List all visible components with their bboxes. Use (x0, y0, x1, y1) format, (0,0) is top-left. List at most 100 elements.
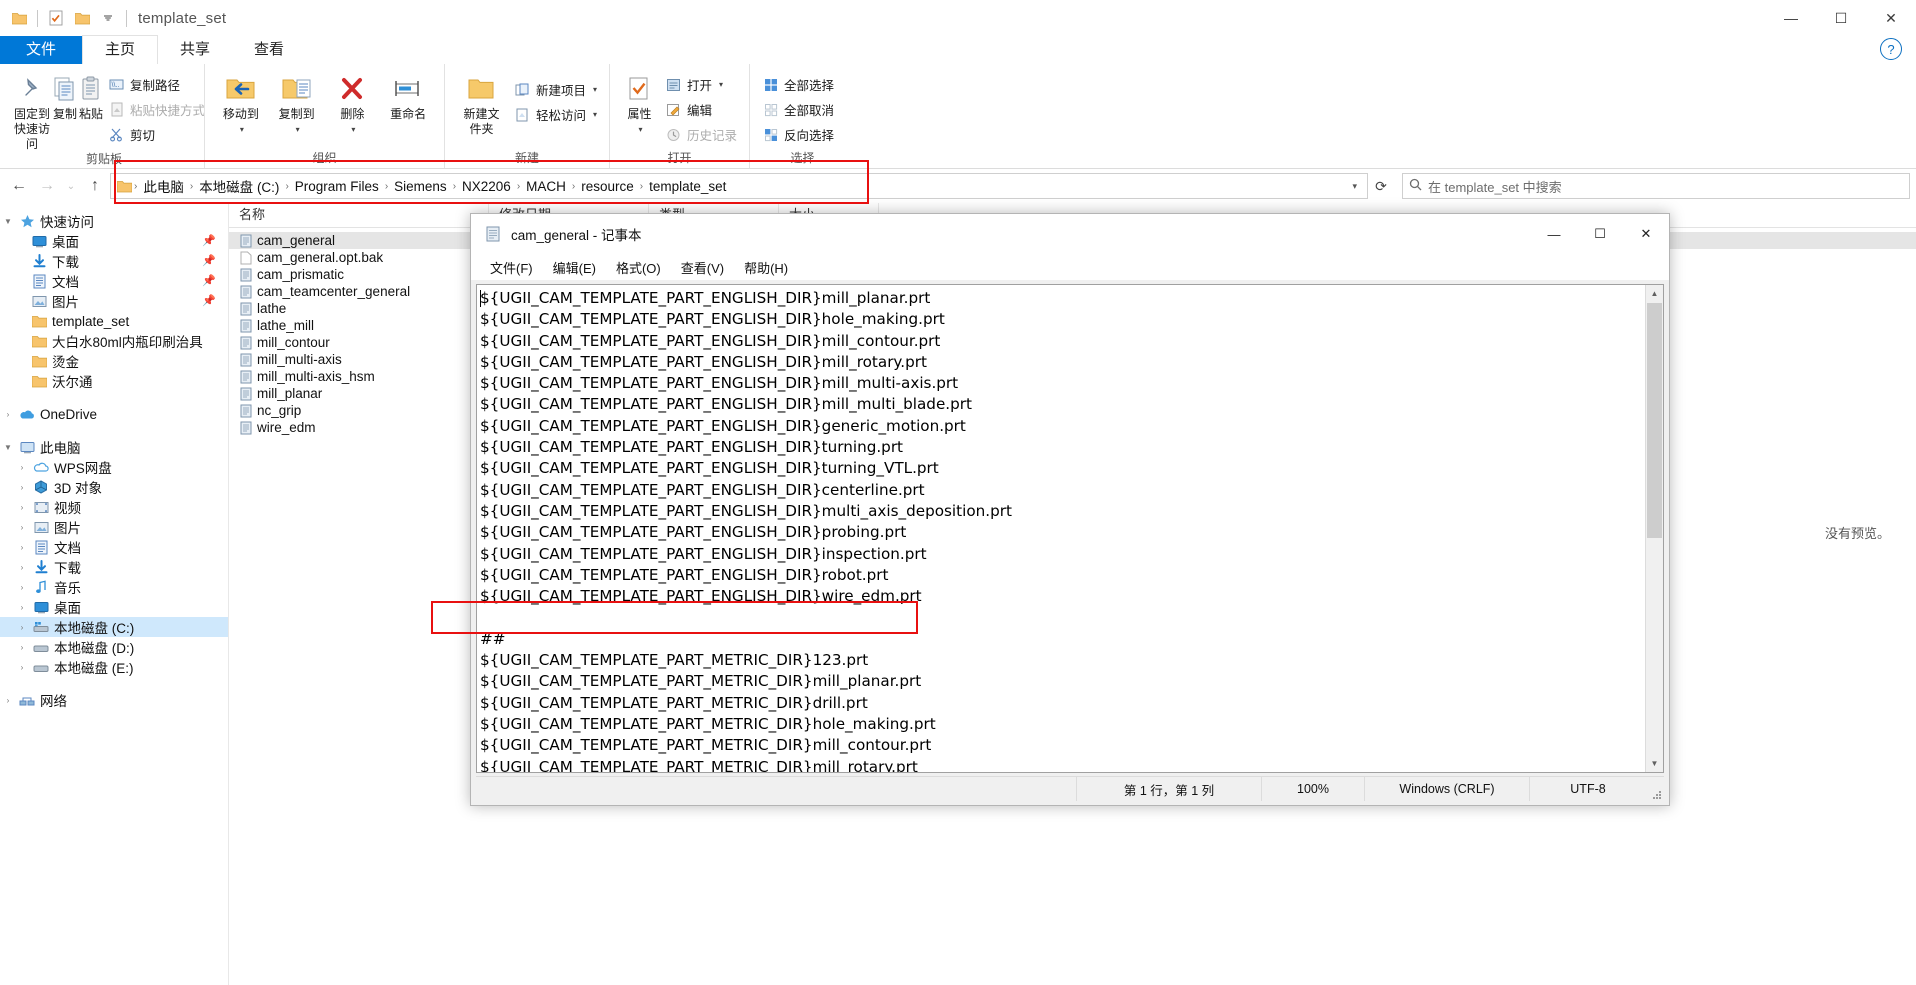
scrollbar-thumb[interactable] (1647, 303, 1662, 538)
minimize-button[interactable]: — (1766, 0, 1816, 36)
nav-item-music[interactable]: › 音乐 (0, 577, 228, 597)
paste-button[interactable]: 粘贴 (78, 69, 104, 122)
pin-icon[interactable]: 📌 (202, 234, 216, 247)
notepad-vertical-scrollbar[interactable]: ▲ ▼ (1645, 285, 1663, 772)
pin-icon[interactable]: 📌 (202, 274, 216, 287)
nav-item-pictures[interactable]: 图片 📌 (0, 291, 228, 311)
copy-to-caret-icon[interactable]: ▾ (296, 122, 300, 137)
menu-file[interactable]: 文件(F) (481, 255, 542, 280)
paste-shortcut-button[interactable]: 粘贴快捷方式 (104, 97, 209, 122)
status-line-ending[interactable]: Windows (CRLF) (1364, 777, 1529, 801)
nav-item-documents[interactable]: 文档 📌 (0, 271, 228, 291)
chevron-down-icon[interactable]: ▼ (0, 217, 16, 226)
nav-item-pictures-pc[interactable]: › 图片 (0, 517, 228, 537)
history-button[interactable]: 历史记录 (661, 122, 741, 147)
open-caret-icon[interactable]: ▾ (719, 80, 723, 89)
breadcrumb-item-3[interactable]: Siemens (389, 179, 452, 194)
breadcrumb-item-2[interactable]: Program Files (290, 179, 384, 194)
tab-home[interactable]: 主页 (82, 35, 159, 64)
scroll-down-icon[interactable]: ▼ (1646, 755, 1663, 772)
move-to-button[interactable]: 移动到 ▾ (213, 69, 269, 137)
invert-selection-button[interactable]: 反向选择 (758, 122, 838, 147)
nav-item-desktop-pc[interactable]: › 桌面 (0, 597, 228, 617)
breadcrumb-item-0[interactable]: 此电脑 (138, 176, 189, 196)
breadcrumb-item-7[interactable]: template_set (644, 179, 731, 194)
breadcrumb-dropdown-icon[interactable]: ▾ (1346, 181, 1363, 192)
copy-path-button[interactable]: \\.. 复制路径 (104, 72, 209, 97)
column-header-name[interactable]: 名称 (229, 203, 489, 227)
forward-button[interactable]: → (34, 173, 60, 199)
chevron-right-icon[interactable]: › (14, 583, 30, 592)
chevron-right-icon[interactable]: › (14, 543, 30, 552)
help-icon[interactable]: ? (1880, 38, 1902, 60)
tab-file[interactable]: 文件 (0, 36, 83, 64)
nav-item-folder-3[interactable]: 沃尔通 (0, 371, 228, 391)
tab-share[interactable]: 共享 (158, 36, 232, 64)
chevron-right-icon[interactable]: › (14, 603, 30, 612)
new-item-button[interactable]: 新建项目 ▾ (510, 77, 601, 102)
nav-item-folder-1[interactable]: 大白水80ml内瓶印刷治具 (0, 331, 228, 351)
menu-view[interactable]: 查看(V) (672, 255, 733, 280)
breadcrumb-item-1[interactable]: 本地磁盘 (C:) (194, 176, 284, 196)
tab-view[interactable]: 查看 (232, 36, 306, 64)
nav-item-local-disk-d[interactable]: › 本地磁盘 (D:) (0, 637, 228, 657)
notepad-maximize-button[interactable]: ☐ (1577, 214, 1623, 254)
chevron-right-icon[interactable]: › (14, 563, 30, 572)
select-none-button[interactable]: 全部取消 (758, 97, 838, 122)
menu-help[interactable]: 帮助(H) (735, 255, 797, 280)
qat-dropdown-caret[interactable] (95, 5, 121, 31)
nav-root-onedrive[interactable]: › OneDrive (0, 404, 228, 424)
nav-item-template-set[interactable]: template_set (0, 311, 228, 331)
copy-button[interactable]: 复制 (52, 69, 78, 122)
new-folder-icon[interactable] (69, 5, 95, 31)
search-box[interactable]: 在 template_set 中搜索 (1402, 173, 1910, 199)
close-button[interactable]: ✕ (1866, 0, 1916, 36)
new-item-caret-icon[interactable]: ▾ (593, 85, 597, 94)
search-input[interactable]: 在 template_set 中搜索 (1428, 177, 1562, 196)
edit-button[interactable]: 编辑 (661, 97, 741, 122)
menu-edit[interactable]: 编辑(E) (544, 255, 605, 280)
delete-button[interactable]: 删除 ▾ (325, 69, 381, 137)
select-all-button[interactable]: 全部选择 (758, 72, 838, 97)
menu-format[interactable]: 格式(O) (607, 255, 670, 280)
properties-icon[interactable] (43, 5, 69, 31)
chevron-right-icon[interactable]: › (0, 410, 16, 419)
breadcrumb-item-4[interactable]: NX2206 (457, 179, 516, 194)
breadcrumb-item-5[interactable]: MACH (521, 179, 571, 194)
nav-item-downloads-pc[interactable]: › 下载 (0, 557, 228, 577)
chevron-right-icon[interactable]: › (0, 696, 16, 705)
chevron-right-icon[interactable]: › (14, 463, 30, 472)
maximize-button[interactable]: ☐ (1816, 0, 1866, 36)
pin-icon[interactable]: 📌 (202, 254, 216, 267)
chevron-right-icon[interactable]: › (14, 503, 30, 512)
breadcrumb-bar[interactable]: › 此电脑 › 本地磁盘 (C:) › Program Files › Siem… (110, 173, 1368, 199)
nav-root-quick-access[interactable]: ▼ 快速访问 (0, 211, 228, 231)
easy-access-caret-icon[interactable]: ▾ (593, 110, 597, 119)
chevron-right-icon[interactable]: › (14, 663, 30, 672)
notepad-close-button[interactable]: ✕ (1623, 214, 1669, 254)
delete-caret-icon[interactable]: ▾ (351, 122, 355, 137)
nav-item-3d-objects[interactable]: › 3D 对象 (0, 477, 228, 497)
breadcrumb-item-6[interactable]: resource (576, 179, 639, 194)
notepad-minimize-button[interactable]: — (1531, 214, 1577, 254)
nav-item-desktop[interactable]: 桌面 📌 (0, 231, 228, 251)
properties-button[interactable]: 属性 ▾ (618, 69, 661, 137)
status-encoding[interactable]: UTF-8 (1529, 777, 1646, 801)
refresh-button[interactable]: ⟳ (1370, 178, 1392, 195)
nav-item-local-disk-c[interactable]: › 本地磁盘 (C:) (0, 617, 228, 637)
chevron-right-icon[interactable]: › (14, 523, 30, 532)
notepad-text-area[interactable]: ${UGII_CAM_TEMPLATE_PART_ENGLISH_DIR}mil… (476, 284, 1664, 773)
scroll-up-icon[interactable]: ▲ (1646, 285, 1663, 302)
chevron-down-icon[interactable]: ▼ (0, 443, 16, 452)
nav-item-wps-cloud[interactable]: › WPS网盘 (0, 457, 228, 477)
move-to-caret-icon[interactable]: ▾ (240, 122, 244, 137)
new-folder-button[interactable]: 新建文件夹 (453, 69, 510, 137)
cut-button[interactable]: 剪切 (104, 122, 209, 147)
chevron-right-icon[interactable]: › (14, 623, 30, 632)
nav-root-network[interactable]: › 网络 (0, 690, 228, 710)
pin-icon[interactable]: 📌 (202, 294, 216, 307)
nav-item-local-disk-e[interactable]: › 本地磁盘 (E:) (0, 657, 228, 677)
pin-to-quick-access-button[interactable]: 固定到快速访问 (12, 69, 52, 152)
nav-item-folder-2[interactable]: 烫金 (0, 351, 228, 371)
recent-locations-button[interactable]: ⌄ (62, 173, 80, 199)
